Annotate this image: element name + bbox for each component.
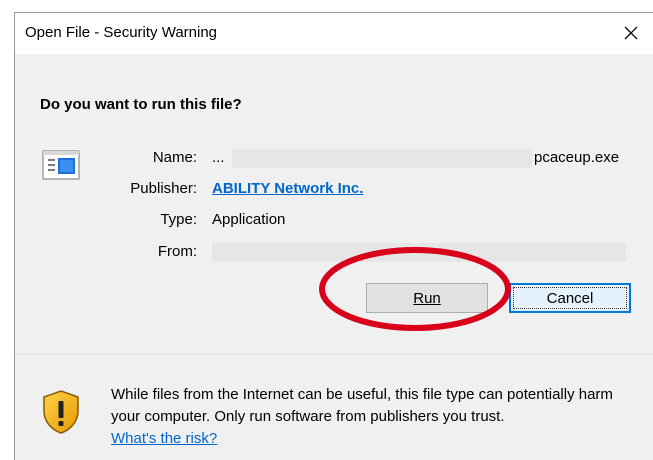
run-button[interactable]: Run (366, 283, 488, 313)
dialog-content: Do you want to run this file? Name: ... … (15, 54, 653, 354)
cancel-button[interactable]: Cancel (509, 283, 631, 313)
name-label: Name: (152, 149, 197, 166)
type-row: Type: Application (15, 211, 653, 231)
whats-the-risk-link[interactable]: What's the risk? (111, 430, 217, 447)
name-redacted (232, 149, 532, 168)
type-value: Application (212, 211, 286, 228)
from-row: From: (15, 243, 653, 263)
close-icon (624, 26, 638, 40)
publisher-link[interactable]: ABILITY Network Inc. (212, 180, 363, 197)
warning-footer: While files from the Internet can be use… (15, 355, 653, 460)
publisher-row: Publisher: ABILITY Network Inc. (15, 180, 653, 200)
title-bar: Open File - Security Warning (15, 13, 653, 53)
from-label: From: (157, 243, 197, 260)
run-button-label: Run (413, 289, 441, 307)
dialog-title: Open File - Security Warning (25, 24, 218, 41)
publisher-label: Publisher: (130, 180, 197, 197)
file-name-value: pcaceup.exe (534, 149, 620, 166)
name-prefix: ... (212, 149, 225, 166)
shield-warning-icon (43, 390, 79, 434)
type-label: Type: (160, 211, 197, 228)
name-row: Name: ... pcaceup.exe (15, 149, 653, 169)
question-heading: Do you want to run this file? (40, 96, 242, 113)
warning-text: While files from the Internet can be use… (111, 386, 613, 425)
close-button[interactable] (615, 17, 647, 49)
from-redacted (212, 243, 626, 262)
security-warning-dialog: Open File - Security Warning Do you want… (14, 12, 653, 460)
warning-message: While files from the Internet can be use… (111, 384, 641, 450)
focus-rectangle (513, 287, 627, 309)
